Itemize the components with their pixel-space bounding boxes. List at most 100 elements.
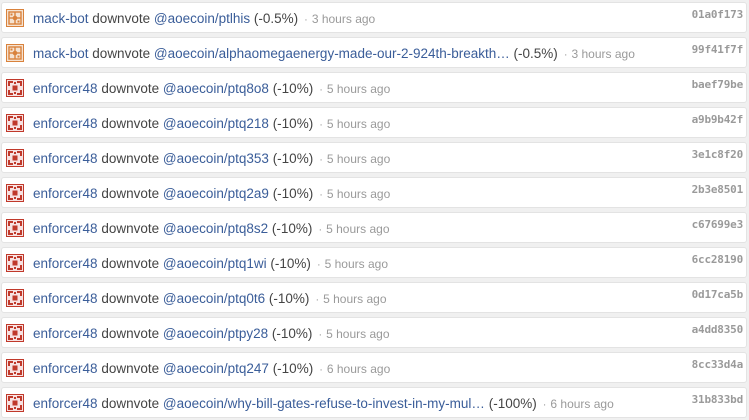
vote-timestamp[interactable]: 6 hours ago (550, 397, 613, 411)
vote-timestamp[interactable]: 3 hours ago (571, 47, 634, 61)
vote-row: mack-bot downvote @aoecoin/alphaomegaene… (1, 37, 747, 68)
enforcer48-avatar-icon[interactable] (6, 394, 24, 412)
enforcer48-avatar-icon[interactable] (6, 79, 24, 97)
vote-description: enforcer48 downvote @aoecoin/ptpy28 (-10… (33, 325, 390, 344)
vote-timestamp[interactable]: 5 hours ago (327, 152, 390, 166)
post-link[interactable]: @aoecoin/ptpy28 (163, 326, 268, 341)
voter-link[interactable]: mack-bot (33, 46, 89, 61)
post-link[interactable]: @aoecoin/ptq8s2 (163, 221, 268, 236)
voter-link[interactable]: enforcer48 (33, 361, 98, 376)
enforcer48-avatar-icon[interactable] (6, 359, 24, 377)
enforcer48-avatar-icon[interactable] (6, 184, 24, 202)
separator-dot: · (319, 119, 323, 131)
separator-dot: · (316, 259, 321, 271)
vote-feed: mack-bot downvote @aoecoin/ptlhis (-0.5%… (0, 0, 749, 420)
voter-link[interactable]: enforcer48 (33, 186, 98, 201)
post-link[interactable]: @aoecoin/ptq0t6 (163, 291, 265, 306)
transaction-id-link[interactable]: 01a0f173 (692, 8, 744, 21)
separator-dot: · (319, 189, 323, 201)
vote-row: mack-bot downvote @aoecoin/ptlhis (-0.5%… (1, 2, 747, 33)
transaction-id-link[interactable]: baef79be (692, 78, 744, 91)
vote-timestamp[interactable]: 5 hours ago (325, 257, 388, 271)
mack-bot-avatar-icon[interactable] (6, 9, 24, 27)
vote-description: enforcer48 downvote @aoecoin/ptq353 (-10… (33, 150, 390, 169)
voter-link[interactable]: enforcer48 (33, 116, 98, 131)
transaction-id-link[interactable]: 8cc33d4a (692, 358, 744, 371)
post-link[interactable]: @aoecoin/ptq1wi (163, 256, 267, 271)
vote-timestamp[interactable]: 5 hours ago (327, 82, 390, 96)
vote-action: downvote (92, 11, 151, 26)
post-link[interactable]: @aoecoin/ptq353 (163, 151, 269, 166)
voter-link[interactable]: enforcer48 (33, 81, 98, 96)
vote-row: enforcer48 downvote @aoecoin/ptq1wi (-10… (1, 247, 747, 278)
vote-action: downvote (101, 151, 160, 166)
voter-link[interactable]: enforcer48 (33, 396, 98, 411)
vote-action: downvote (101, 186, 160, 201)
voter-link[interactable]: enforcer48 (33, 291, 98, 306)
vote-weight: (-10%) (272, 116, 314, 131)
vote-weight: (-10%) (270, 256, 311, 271)
voter-link[interactable]: mack-bot (33, 11, 89, 26)
vote-description: enforcer48 downvote @aoecoin/why-bill-ga… (33, 395, 614, 414)
post-link[interactable]: @aoecoin/ptq2a9 (163, 186, 269, 201)
enforcer48-avatar-icon[interactable] (6, 289, 24, 307)
vote-weight: (-10%) (272, 361, 314, 376)
vote-timestamp[interactable]: 5 hours ago (326, 222, 389, 236)
vote-action: downvote (101, 116, 160, 131)
enforcer48-avatar-icon[interactable] (6, 324, 24, 342)
vote-action: downvote (101, 396, 160, 411)
transaction-id-link[interactable]: c67699e3 (692, 218, 744, 231)
vote-description: enforcer48 downvote @aoecoin/ptq8s2 (-10… (33, 220, 390, 239)
vote-description: mack-bot downvote @aoecoin/ptlhis (-0.5%… (33, 10, 375, 29)
separator-dot: · (315, 294, 320, 306)
vote-description: enforcer48 downvote @aoecoin/ptq1wi (-10… (33, 255, 388, 274)
enforcer48-avatar-icon[interactable] (6, 149, 24, 167)
post-link[interactable]: @aoecoin/ptlhis (154, 11, 250, 26)
vote-weight: (-10%) (272, 81, 314, 96)
vote-action: downvote (101, 256, 160, 271)
transaction-id-link[interactable]: 31b833bd (692, 393, 744, 406)
voter-link[interactable]: enforcer48 (33, 221, 98, 236)
transaction-id-link[interactable]: 2b3e8501 (692, 183, 744, 196)
separator-dot: · (318, 224, 323, 236)
separator-dot: · (319, 84, 323, 96)
post-link[interactable]: @aoecoin/alphaomegaenergy-made-our-2-924… (154, 46, 510, 61)
voter-link[interactable]: enforcer48 (33, 151, 98, 166)
transaction-id-link[interactable]: 6cc28190 (692, 253, 744, 266)
voter-link[interactable]: enforcer48 (33, 326, 98, 341)
vote-description: mack-bot downvote @aoecoin/alphaomegaene… (33, 45, 635, 64)
transaction-id-link[interactable]: 3e1c8f20 (692, 148, 744, 161)
transaction-id-link[interactable]: 99f41f7f (692, 43, 744, 56)
vote-timestamp[interactable]: 5 hours ago (327, 117, 390, 131)
vote-action: downvote (92, 46, 151, 61)
vote-timestamp[interactable]: 5 hours ago (326, 327, 389, 341)
vote-timestamp[interactable]: 5 hours ago (327, 187, 390, 201)
vote-row: enforcer48 downvote @aoecoin/ptpy28 (-10… (1, 317, 747, 348)
post-link[interactable]: @aoecoin/ptq247 (163, 361, 269, 376)
enforcer48-avatar-icon[interactable] (6, 114, 24, 132)
transaction-id-link[interactable]: a9b9b42f (692, 113, 744, 126)
vote-row: enforcer48 downvote @aoecoin/ptq218 (-10… (1, 107, 747, 138)
separator-dot: · (319, 154, 323, 166)
voter-link[interactable]: enforcer48 (33, 256, 98, 271)
vote-weight: (-0.5%) (253, 11, 299, 26)
post-link[interactable]: @aoecoin/ptq218 (163, 116, 269, 131)
vote-timestamp[interactable]: 6 hours ago (327, 362, 390, 376)
enforcer48-avatar-icon[interactable] (6, 254, 24, 272)
vote-weight: (-10%) (271, 221, 313, 236)
transaction-id-link[interactable]: 0d17ca5b (692, 288, 744, 301)
separator-dot: · (319, 364, 323, 376)
vote-timestamp[interactable]: 5 hours ago (323, 292, 386, 306)
vote-weight: (-100%) (488, 396, 537, 411)
mack-bot-avatar-icon[interactable] (6, 44, 24, 62)
vote-timestamp[interactable]: 3 hours ago (312, 12, 375, 26)
vote-weight: (-10%) (271, 326, 313, 341)
vote-row: enforcer48 downvote @aoecoin/ptq0t6 (-10… (1, 282, 747, 313)
vote-weight: (-10%) (268, 291, 310, 306)
post-link[interactable]: @aoecoin/ptq8o8 (163, 81, 269, 96)
vote-action: downvote (101, 81, 160, 96)
enforcer48-avatar-icon[interactable] (6, 219, 24, 237)
post-link[interactable]: @aoecoin/why-bill-gates-refuse-to-invest… (163, 396, 485, 411)
vote-row: enforcer48 downvote @aoecoin/ptq8o8 (-10… (1, 72, 747, 103)
transaction-id-link[interactable]: a4dd8350 (692, 323, 744, 336)
